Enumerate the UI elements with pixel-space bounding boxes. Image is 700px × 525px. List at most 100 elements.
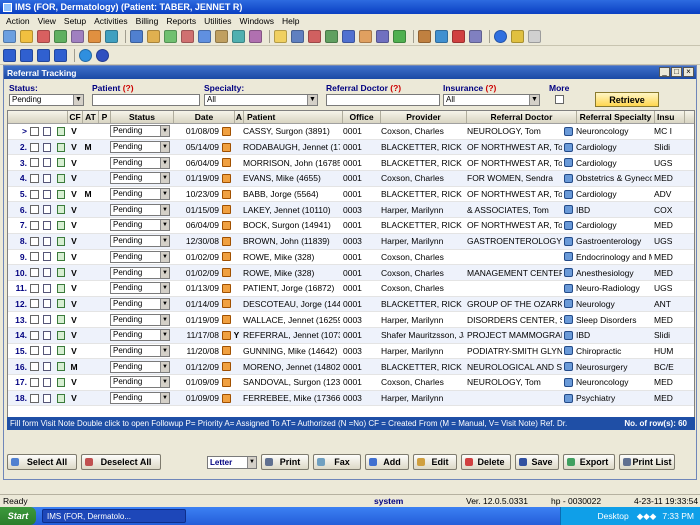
referral-doctor-icon[interactable]	[563, 252, 573, 262]
followup-icon[interactable]	[222, 315, 231, 325]
chevron-down-icon[interactable]: ▼	[307, 95, 317, 105]
patient-icon[interactable]	[3, 29, 16, 43]
row-patient[interactable]: LAKEY, Jennet (10110)	[241, 202, 340, 217]
image-icon[interactable]	[325, 29, 338, 43]
chevron-down-icon[interactable]: ▼	[160, 157, 169, 168]
chevron-down-icon[interactable]: ▼	[160, 298, 169, 309]
followup-icon[interactable]	[222, 252, 231, 262]
header-at[interactable]: AT	[83, 111, 99, 123]
table-row[interactable]: 18. V Pending ▼ 01/09/09 FERREBEE, Mike (1736…	[8, 390, 694, 407]
fax-icon[interactable]	[198, 29, 211, 43]
table-row[interactable]: 5. V M Pending ▼ 10/23/09 BABB, Jorge (5564) 00…	[8, 187, 694, 203]
row-patient[interactable]: RODABAUGH, Jennet (17168)	[241, 140, 340, 155]
menu-help[interactable]: Help	[278, 16, 303, 26]
refresh-icon[interactable]	[79, 48, 92, 62]
row-status-select[interactable]: Pending ▼	[110, 219, 170, 232]
next-record-icon[interactable]	[37, 48, 50, 62]
menu-activities[interactable]: Activities	[90, 16, 132, 26]
referral-doctor-icon[interactable]	[563, 393, 573, 403]
mail-icon[interactable]	[130, 29, 143, 43]
row-status-select[interactable]: Pending ▼	[110, 266, 170, 279]
task-icon[interactable]	[164, 29, 177, 43]
row-patient[interactable]: ROWE, Mike (328)	[241, 265, 340, 280]
edit-button[interactable]: Edit	[413, 454, 457, 470]
fill-form-icon[interactable]	[43, 158, 51, 168]
row-status-select[interactable]: Pending ▼	[110, 376, 170, 389]
visit-note-icon[interactable]	[57, 377, 65, 387]
row-status-select[interactable]: Pending ▼	[110, 125, 170, 138]
followup-icon[interactable]	[222, 189, 231, 199]
folder-open-icon[interactable]	[274, 29, 287, 43]
chevron-down-icon[interactable]: ▼	[247, 456, 256, 468]
minimize-icon[interactable]: _	[659, 67, 670, 77]
fill-form-icon[interactable]	[43, 205, 51, 215]
referral-doctor-icon[interactable]	[563, 283, 573, 293]
fill-form-icon[interactable]	[43, 393, 51, 403]
vitals-icon[interactable]	[393, 29, 406, 43]
row-checkbox[interactable]	[30, 346, 39, 356]
chevron-down-icon[interactable]: ▼	[160, 314, 169, 325]
header-insurance[interactable]: Insu	[655, 111, 685, 123]
maximize-icon[interactable]: □	[671, 67, 682, 77]
followup-icon[interactable]	[222, 377, 231, 387]
followup-icon[interactable]	[222, 299, 231, 309]
document-icon[interactable]	[105, 29, 118, 43]
referral-doctor-icon[interactable]	[563, 126, 573, 136]
row-checkbox[interactable]	[30, 283, 39, 293]
row-checkbox[interactable]	[30, 252, 39, 262]
fill-form-icon[interactable]	[43, 377, 51, 387]
followup-icon[interactable]	[222, 236, 231, 246]
flow-icon[interactable]	[376, 29, 389, 43]
row-patient[interactable]: EVANS, Mike (4655)	[241, 171, 340, 186]
specialty-filter-select[interactable]: All ▼	[204, 94, 318, 106]
help-icon[interactable]	[494, 29, 507, 43]
referral-doctor-icon[interactable]	[563, 315, 573, 325]
header-p[interactable]: P	[99, 111, 111, 123]
report-icon[interactable]	[232, 29, 245, 43]
table-row[interactable]: 6. V Pending ▼ 01/15/09 LAKEY, Jennet (10110)…	[8, 202, 694, 219]
add-button[interactable]: Add	[365, 454, 409, 470]
visit-note-icon[interactable]	[57, 142, 65, 152]
referral-doctor-icon[interactable]	[563, 236, 573, 246]
chevron-down-icon[interactable]: ▼	[529, 95, 539, 105]
header-a[interactable]: A	[235, 111, 244, 123]
table-row[interactable]: 14. V Pending ▼ 11/17/08 Y REFERRAL, Jennet (1…	[8, 327, 694, 344]
taskbar-app-button[interactable]: IMS (FOR, Dermatolo...	[42, 509, 186, 523]
referral-doctor-icon[interactable]	[563, 158, 573, 168]
fill-form-icon[interactable]	[43, 142, 51, 152]
chevron-down-icon[interactable]: ▼	[160, 189, 169, 200]
delete-button[interactable]: Delete	[461, 454, 511, 470]
table-row[interactable]: 16. M Pending ▼ 01/12/09 MORENO, Jennet (1480…	[8, 359, 694, 375]
chevron-down-icon[interactable]: ▼	[160, 330, 169, 341]
retrieve-button[interactable]: Retrieve	[595, 92, 659, 107]
word-icon[interactable]	[435, 29, 448, 43]
fill-form-icon[interactable]	[43, 220, 51, 230]
chevron-down-icon[interactable]: ▼	[160, 236, 169, 247]
network-icon[interactable]	[469, 29, 482, 43]
calendar-icon[interactable]	[249, 29, 262, 43]
row-checkbox[interactable]	[30, 299, 39, 309]
row-status-select[interactable]: Pending ▼	[110, 235, 170, 248]
chart-icon[interactable]	[37, 29, 50, 43]
fill-form-icon[interactable]	[43, 283, 51, 293]
referral-doctor-icon[interactable]	[563, 346, 573, 356]
letter-icon[interactable]	[359, 29, 372, 43]
referral-doctor-icon[interactable]	[563, 205, 573, 215]
referral-doctor-icon[interactable]	[563, 142, 573, 152]
row-patient[interactable]: BABB, Jorge (5564)	[241, 187, 340, 202]
menu-view[interactable]: View	[34, 16, 60, 26]
row-status-select[interactable]: Pending ▼	[110, 156, 170, 169]
print-icon[interactable]	[291, 29, 304, 43]
row-checkbox[interactable]	[30, 205, 39, 215]
visit-note-icon[interactable]	[57, 220, 65, 230]
start-button[interactable]: Start	[0, 507, 36, 525]
followup-icon[interactable]	[222, 220, 231, 230]
select-all-button[interactable]: Select All	[7, 454, 77, 470]
row-checkbox[interactable]	[30, 377, 39, 387]
chevron-down-icon[interactable]: ▼	[160, 251, 169, 262]
table-row[interactable]: 7. V Pending ▼ 06/04/09 BOCK, Surgon (14941) 0…	[8, 218, 694, 234]
menu-action[interactable]: Action	[2, 16, 34, 26]
followup-icon[interactable]	[222, 268, 231, 278]
table-row[interactable]: 13. V Pending ▼ 01/19/09 WALLACE, Jennet (162…	[8, 312, 694, 328]
schedule-icon[interactable]	[20, 29, 33, 43]
